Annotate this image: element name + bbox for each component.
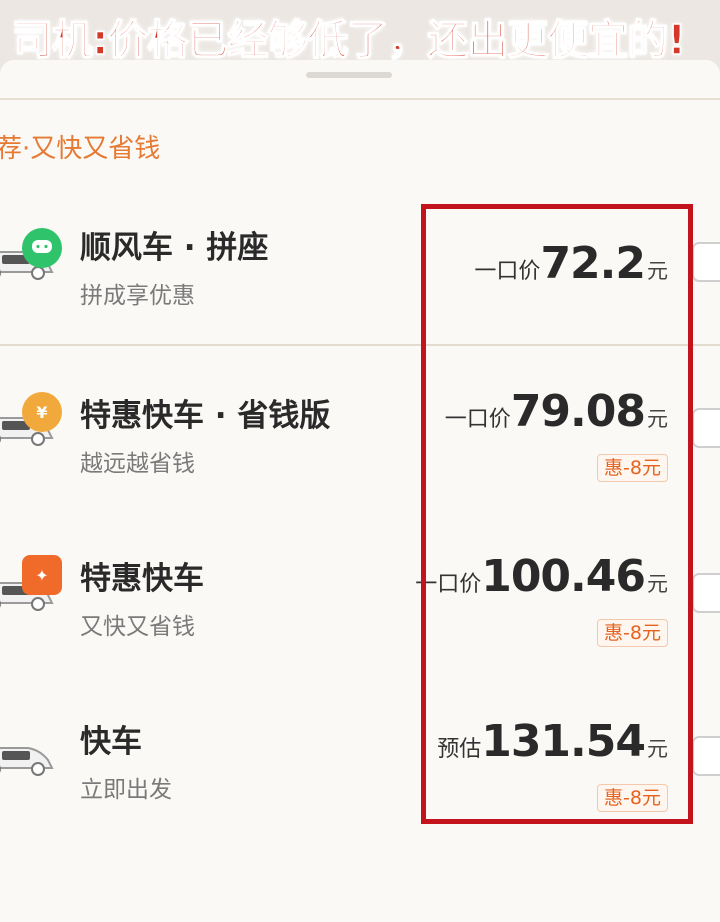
discount-badge: 惠-8元	[597, 619, 668, 647]
price-unit: 元	[647, 572, 668, 596]
price-value: 79.08	[510, 386, 646, 437]
price-label: 一口价	[415, 572, 482, 597]
price-value: 72.2	[540, 238, 646, 289]
chat-bubble-icon	[22, 228, 62, 268]
ride-name: 顺风车 · 拼座	[80, 230, 269, 266]
section-title: 荐·又快又省钱	[0, 134, 161, 164]
price-label: 一口价	[474, 259, 541, 284]
select-checkbox[interactable]	[692, 408, 720, 448]
price-unit: 元	[647, 407, 668, 431]
ride-name: 特惠快车	[80, 561, 204, 597]
price-unit: 元	[647, 737, 668, 761]
select-checkbox[interactable]	[692, 736, 720, 776]
ride-option-tehui-shengqian[interactable]: ¥ 特惠快车 · 省钱版 越远越省钱 一口价 79.08 元 惠-8元	[0, 360, 720, 490]
top-divider	[0, 98, 720, 100]
lightning-badge-icon: ✦	[22, 555, 62, 595]
ride-option-tehui-kuaiche[interactable]: ✦ 特惠快车 又快又省钱 一口价 100.46 元 惠-8元	[0, 525, 720, 655]
price-label: 一口价	[444, 407, 511, 432]
discount-badge: 惠-8元	[597, 454, 668, 482]
price-label: 预估	[437, 737, 482, 762]
ride-subtitle: 又快又省钱	[80, 614, 195, 640]
ride-price: 一口价 100.46 元	[415, 551, 668, 602]
price-unit: 元	[647, 259, 668, 283]
ride-option-kuaiche[interactable]: 快车 立即出发 预估 131.54 元 惠-8元	[0, 690, 720, 820]
ride-option-shunfengche[interactable]: 顺风车 · 拼座 拼成享优惠 一口价 72.2 元	[0, 190, 720, 320]
yuan-coin-icon: ¥	[22, 392, 62, 432]
ride-name: 特惠快车 · 省钱版	[80, 398, 331, 434]
ride-price: 预估 131.54 元	[437, 716, 668, 767]
caption-text: 司机:价格已经够低了，还出更便宜的!	[11, 15, 687, 65]
discount-badge: 惠-8元	[597, 784, 668, 812]
ride-name: 快车	[80, 724, 142, 760]
car-icon	[0, 747, 54, 776]
ride-subtitle: 拼成享优惠	[80, 283, 195, 309]
ride-price: 一口价 72.2 元	[474, 238, 668, 289]
drag-handle[interactable]	[306, 72, 392, 78]
ride-subtitle: 越远越省钱	[80, 451, 195, 477]
ride-price: 一口价 79.08 元	[445, 386, 668, 437]
select-checkbox[interactable]	[692, 573, 720, 613]
video-caption: 司机:价格已经够低了，还出更便宜的!	[0, 0, 720, 68]
row-divider	[0, 344, 720, 346]
price-value: 100.46	[481, 551, 646, 602]
select-checkbox[interactable]	[692, 242, 720, 282]
price-value: 131.54	[481, 716, 646, 767]
ride-subtitle: 立即出发	[80, 777, 172, 803]
